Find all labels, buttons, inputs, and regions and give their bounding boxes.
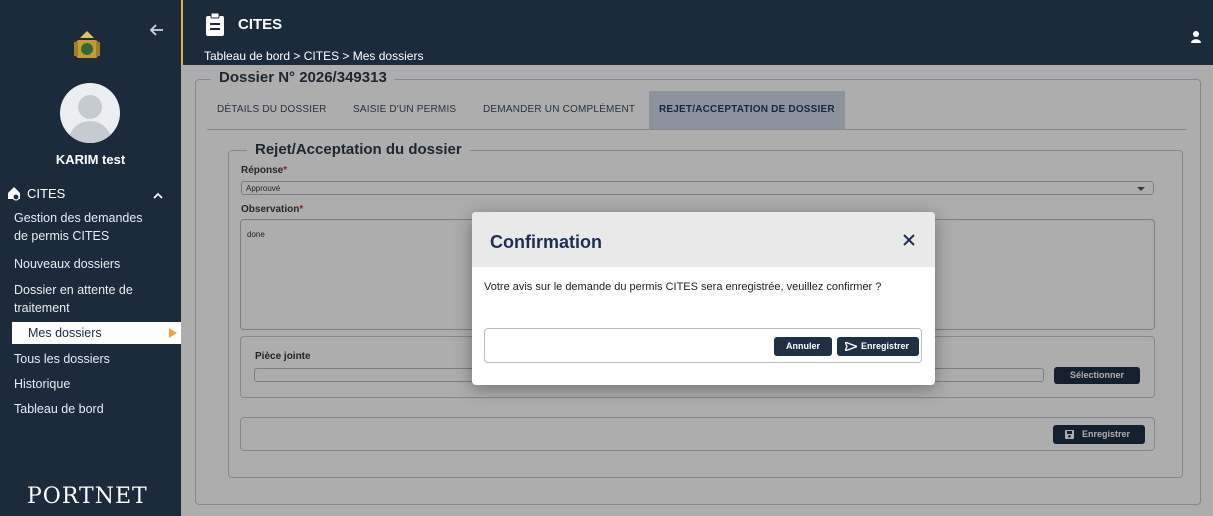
sidebar-item-label: Dossier en attente de (14, 283, 133, 297)
send-icon (845, 342, 857, 351)
modal-footer: Annuler Enregistrer (484, 328, 922, 363)
cites-section-icon (6, 185, 22, 201)
sidebar-section-cites[interactable]: CITES (0, 183, 181, 205)
user-avatar-icon (60, 83, 120, 143)
sidebar-item-label: Tous les dossiers (14, 352, 110, 366)
royal-emblem-icon (70, 28, 104, 62)
sidebar-item-nouveaux-dossiers[interactable]: Nouveaux dossiers (14, 255, 180, 273)
sidebar-item-label: traitement (14, 301, 70, 315)
sidebar-item-label: Mes dossiers (28, 326, 102, 340)
app-header: CITES Tableau de bord > CITES > Mes doss… (181, 0, 1213, 65)
active-arrow-icon (169, 328, 177, 338)
portnet-logo: PORTNET (27, 484, 148, 509)
sidebar-section-label: CITES (27, 186, 66, 201)
cancel-button[interactable]: Annuler (774, 337, 832, 356)
sidebar-item-label: Tableau de bord (14, 402, 104, 416)
sidebar-item-tableau-de-bord[interactable]: Tableau de bord (14, 400, 180, 418)
sidebar: KARIM test CITES Gestion des demandes de… (0, 0, 181, 516)
sidebar-item-historique[interactable]: Historique (14, 375, 180, 393)
sidebar-item-label: Gestion des demandes (14, 211, 143, 225)
user-icon[interactable] (1191, 30, 1201, 43)
user-name: KARIM test (55, 152, 126, 167)
modal-message: Votre avis sur le demande du permis CITE… (484, 281, 882, 293)
breadcrumb[interactable]: Tableau de bord > CITES > Mes dossiers (204, 49, 423, 63)
sidebar-item-tous-dossiers[interactable]: Tous les dossiers (14, 350, 180, 368)
modal-title: Confirmation (490, 232, 602, 252)
clipboard-icon (205, 12, 225, 37)
sidebar-item-gestion-demandes[interactable]: Gestion des demandes de permis CITES (14, 209, 180, 245)
sidebar-item-label: Nouveaux dossiers (14, 257, 121, 271)
back-arrow-icon[interactable] (149, 20, 164, 41)
close-icon[interactable] (903, 233, 915, 246)
confirm-save-button[interactable]: Enregistrer (837, 337, 919, 356)
confirmation-modal: Confirmation Votre avis sur le demande d… (472, 212, 935, 385)
chevron-up-icon[interactable] (152, 188, 164, 199)
sidebar-item-label: de permis CITES (14, 229, 110, 243)
confirm-save-label: Enregistrer (860, 341, 910, 351)
sidebar-item-dossier-attente[interactable]: Dossier en attente de traitement (14, 281, 180, 317)
sidebar-item-mes-dossiers[interactable]: Mes dossiers (12, 322, 181, 344)
sidebar-item-label: Historique (14, 377, 71, 391)
modal-header: Confirmation (472, 212, 935, 267)
page-title: CITES (238, 16, 283, 33)
